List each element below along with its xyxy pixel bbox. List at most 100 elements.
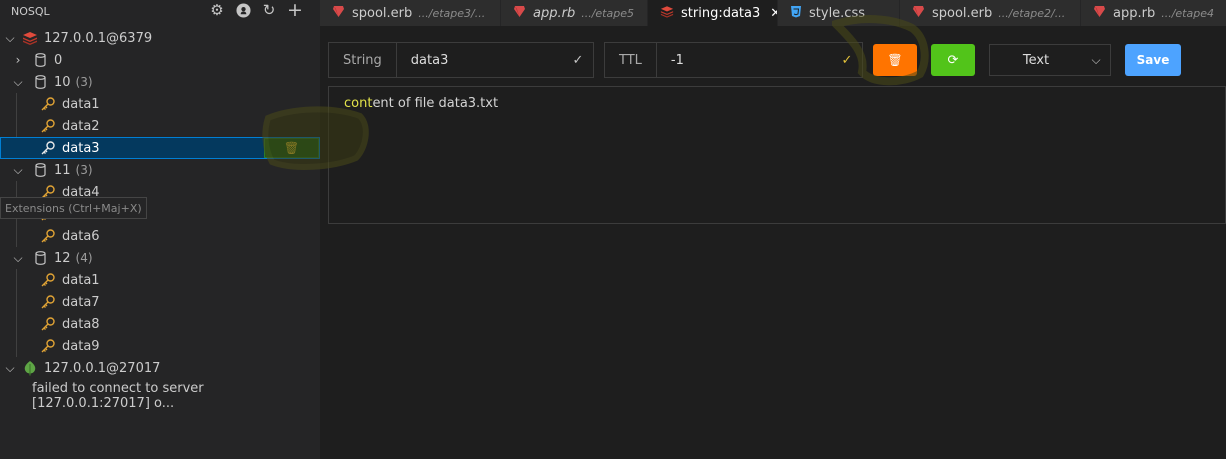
key-label: data1 xyxy=(62,272,100,288)
save-button[interactable]: Save xyxy=(1125,44,1181,76)
chevron-down-icon: ⌵ xyxy=(1091,52,1101,67)
tab-path: .../etape5 xyxy=(581,6,634,20)
refresh-icon: ⟳ xyxy=(947,52,959,68)
tree-item-key[interactable]: data8 xyxy=(0,313,320,335)
delete-key-button[interactable]: 🗑 xyxy=(873,44,917,76)
tree-item-db-0[interactable]: › 0 xyxy=(0,49,320,71)
sidebar-title: NOSQL xyxy=(11,4,50,18)
chevron-down-icon[interactable]: ⌵ xyxy=(12,75,24,90)
key-icon xyxy=(40,316,56,332)
mongodb-leaf-icon xyxy=(22,360,38,376)
value-text: ent of file data3.txt xyxy=(372,96,499,111)
settings-icon[interactable]: ⚙ xyxy=(208,1,226,19)
connection-error-message: failed to connect to server [127.0.0.1:2… xyxy=(32,381,204,411)
db-key-count: (3) xyxy=(75,75,93,89)
refresh-key-button[interactable]: ⟳ xyxy=(931,44,975,76)
db-label: 10 xyxy=(54,74,71,90)
check-icon[interactable]: ✓ xyxy=(832,53,862,68)
tree-item-db-11[interactable]: ⌵ 11 (3) xyxy=(0,159,320,181)
chevron-right-icon[interactable]: › xyxy=(12,53,24,67)
ttl-field: TTL -1 ✓ xyxy=(604,42,863,78)
database-icon xyxy=(32,74,48,90)
db-label: 0 xyxy=(54,52,63,68)
tree-item-mongo-connection[interactable]: ⌵ 127.0.0.1@27017 xyxy=(0,357,320,379)
value-editor[interactable]: content of file data3.txt xyxy=(328,86,1226,224)
ruby-file-icon xyxy=(912,5,925,22)
tab-app-rb-etape4[interactable]: app.rb .../etape4 xyxy=(1081,0,1226,26)
key-icon xyxy=(40,228,56,244)
tree-item-key[interactable]: data7 xyxy=(0,291,320,313)
key-label: data2 xyxy=(62,118,100,134)
tab-label: app.rb xyxy=(1113,5,1156,21)
key-icon xyxy=(40,140,56,156)
github-icon[interactable] xyxy=(234,1,252,19)
trash-icon: 🗑 xyxy=(283,141,300,155)
tree-item-key[interactable]: data6 xyxy=(0,225,320,247)
key-editor-panel: String data3 ✓ TTL -1 ✓ 🗑 ⟳ Text ⌵ Save … xyxy=(320,26,1226,459)
chevron-down-icon[interactable]: ⌵ xyxy=(12,163,24,178)
tree-item-key[interactable]: data1 xyxy=(0,93,320,115)
key-type-label: String xyxy=(329,43,397,77)
close-icon[interactable]: ✕ xyxy=(770,6,777,21)
key-label: data8 xyxy=(62,316,100,332)
tree-item-redis-connection[interactable]: ⌵ 127.0.0.1@6379 xyxy=(0,27,320,49)
extensions-tooltip: Extensions (Ctrl+Maj+X) xyxy=(0,197,147,219)
ttl-input[interactable]: -1 xyxy=(657,53,832,68)
key-icon xyxy=(40,96,56,112)
tab-path: .../etape3/... xyxy=(418,6,486,20)
check-icon[interactable]: ✓ xyxy=(563,53,593,68)
tree-item-db-10[interactable]: ⌵ 10 (3) xyxy=(0,71,320,93)
save-label: Save xyxy=(1136,53,1170,67)
trash-icon: 🗑 xyxy=(887,53,903,67)
tab-label: app.rb xyxy=(533,5,576,21)
key-label: data6 xyxy=(62,228,100,244)
css-file-icon xyxy=(790,5,802,22)
chevron-down-icon[interactable]: ⌵ xyxy=(12,251,24,266)
key-icon xyxy=(40,294,56,310)
db-key-count: (4) xyxy=(75,251,93,265)
database-icon xyxy=(32,162,48,178)
format-select-value: Text xyxy=(1022,52,1050,68)
database-icon xyxy=(32,52,48,68)
db-label: 12 xyxy=(54,250,71,266)
ruby-file-icon xyxy=(1093,5,1106,22)
tab-label: string:data3 xyxy=(681,5,761,21)
ruby-file-icon xyxy=(332,5,345,22)
sidebar: NOSQL ⚙ ↻ + ⌵ 127.0.0.1@6379 › 0 ⌵ 10 (3… xyxy=(0,0,320,459)
key-icon xyxy=(40,338,56,354)
key-label: data7 xyxy=(62,294,100,310)
editor-tab-bar: spool.erb .../etape3/... app.rb .../etap… xyxy=(320,0,1226,26)
add-icon[interactable]: + xyxy=(286,0,304,21)
sidebar-header: NOSQL ⚙ ↻ + xyxy=(0,0,320,22)
ttl-label: TTL xyxy=(605,43,657,77)
tab-label: style.css xyxy=(809,5,865,21)
tree-item-key[interactable]: data9 xyxy=(0,335,320,357)
tab-path: .../etape4 xyxy=(1161,6,1214,20)
tooltip-text: Extensions (Ctrl+Maj+X) xyxy=(5,201,142,215)
tab-label: spool.erb xyxy=(352,5,413,21)
key-icon xyxy=(40,272,56,288)
tab-string-data3[interactable]: string:data3 ✕ xyxy=(648,0,778,26)
tab-label: spool.erb xyxy=(932,5,993,21)
tab-spool-erb-etape3[interactable]: spool.erb .../etape3/... xyxy=(320,0,501,26)
chevron-down-icon[interactable]: ⌵ xyxy=(4,361,16,376)
db-key-count: (3) xyxy=(75,163,93,177)
refresh-icon[interactable]: ↻ xyxy=(260,1,278,19)
connection-label: 127.0.0.1@6379 xyxy=(44,30,153,46)
tree-item-key[interactable]: data1 xyxy=(0,269,320,291)
key-name-input[interactable]: data3 xyxy=(397,53,563,68)
tab-spool-erb-etape2[interactable]: spool.erb .../etape2/... xyxy=(900,0,1081,26)
key-label: data9 xyxy=(62,338,100,354)
tab-path: .../etape2/... xyxy=(998,6,1066,20)
tree-item-db-12[interactable]: ⌵ 12 (4) xyxy=(0,247,320,269)
ruby-file-icon xyxy=(513,5,526,22)
redis-icon xyxy=(22,30,38,46)
delete-key-button[interactable]: 🗑 xyxy=(264,138,319,158)
tab-style-css[interactable]: style.css xyxy=(778,0,900,26)
tab-app-rb-etape5[interactable]: app.rb .../etape5 xyxy=(501,0,648,26)
database-icon xyxy=(32,250,48,266)
format-select[interactable]: Text ⌵ xyxy=(989,44,1111,76)
chevron-down-icon[interactable]: ⌵ xyxy=(4,31,16,46)
key-name-field: String data3 ✓ xyxy=(328,42,594,78)
tree-item-key[interactable]: data2 xyxy=(0,115,320,137)
